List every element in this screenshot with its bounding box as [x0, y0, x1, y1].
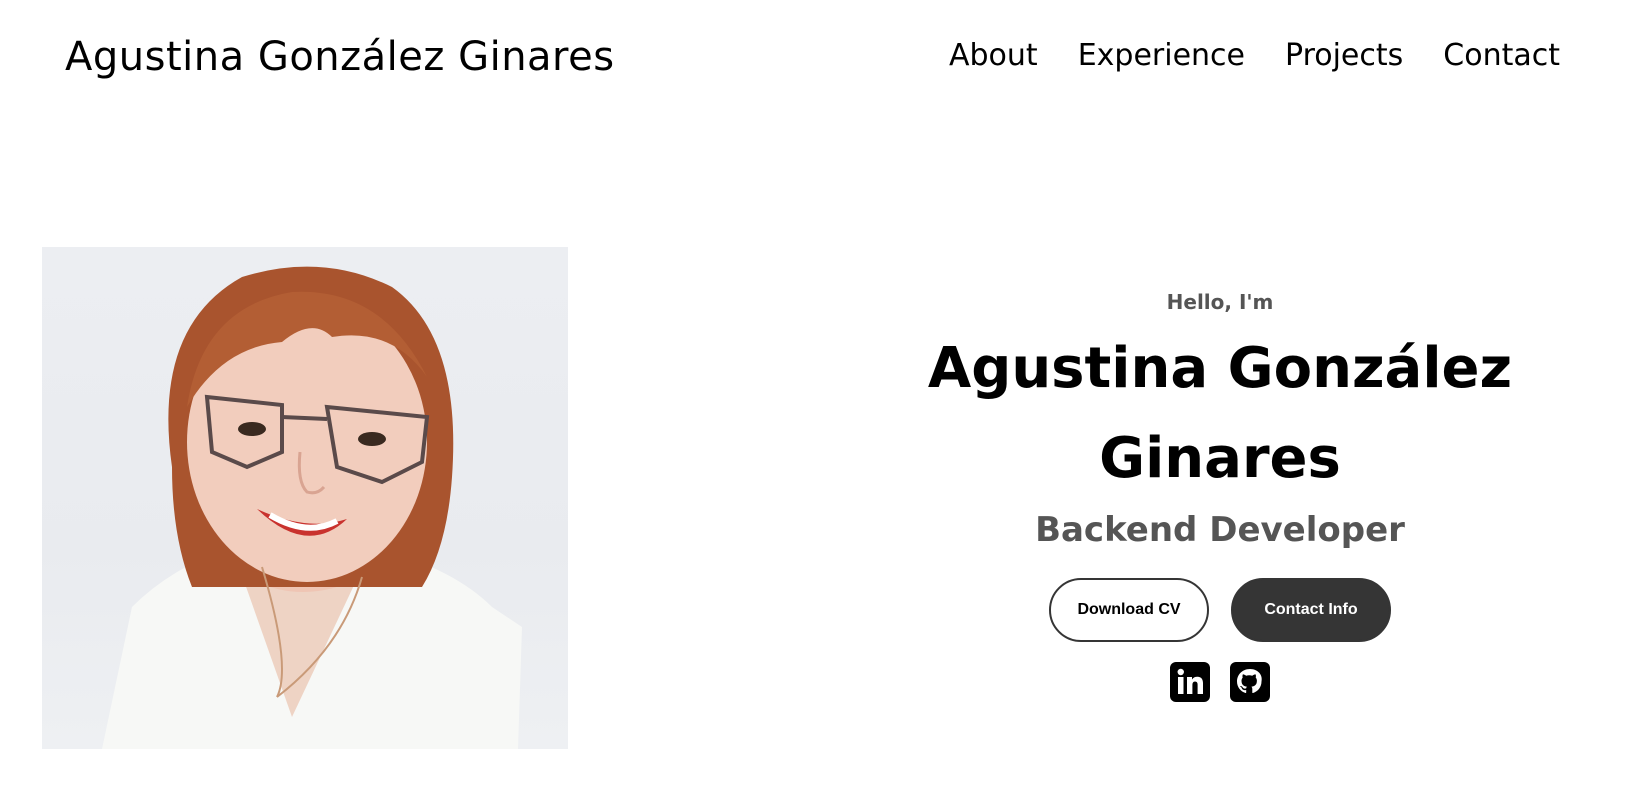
- profile-photo: [42, 247, 568, 749]
- github-icon[interactable]: [1230, 662, 1270, 702]
- download-cv-button[interactable]: Download CV: [1049, 578, 1209, 642]
- social-links: [880, 662, 1560, 702]
- page: Agustina González Ginares About Experien…: [0, 0, 1630, 800]
- linkedin-icon[interactable]: [1170, 662, 1210, 702]
- contact-info-button[interactable]: Contact Info: [1231, 578, 1391, 642]
- hero-name-line1: Agustina González: [927, 336, 1513, 401]
- role-title: Backend Developer: [1035, 510, 1405, 550]
- nav-link-contact[interactable]: Contact: [1443, 38, 1560, 73]
- site-logo[interactable]: Agustina González Ginares: [65, 34, 615, 80]
- button-group: Download CV Contact Info: [880, 578, 1560, 642]
- hero-name: Agustina González Ginares: [880, 324, 1560, 504]
- portrait-illustration: [102, 266, 522, 749]
- nav-link-experience[interactable]: Experience: [1078, 38, 1245, 73]
- navbar: Agustina González Ginares About Experien…: [0, 0, 1630, 115]
- nav-link-projects[interactable]: Projects: [1285, 38, 1403, 73]
- hero-section: Hello, I'm Agustina González Ginares Bac…: [880, 290, 1560, 702]
- hero-name-line2: Ginares: [1099, 426, 1341, 491]
- nav-link-about[interactable]: About: [949, 38, 1038, 73]
- greeting-text: Hello, I'm: [1166, 290, 1274, 314]
- nav-links: About Experience Projects Contact: [949, 38, 1560, 73]
